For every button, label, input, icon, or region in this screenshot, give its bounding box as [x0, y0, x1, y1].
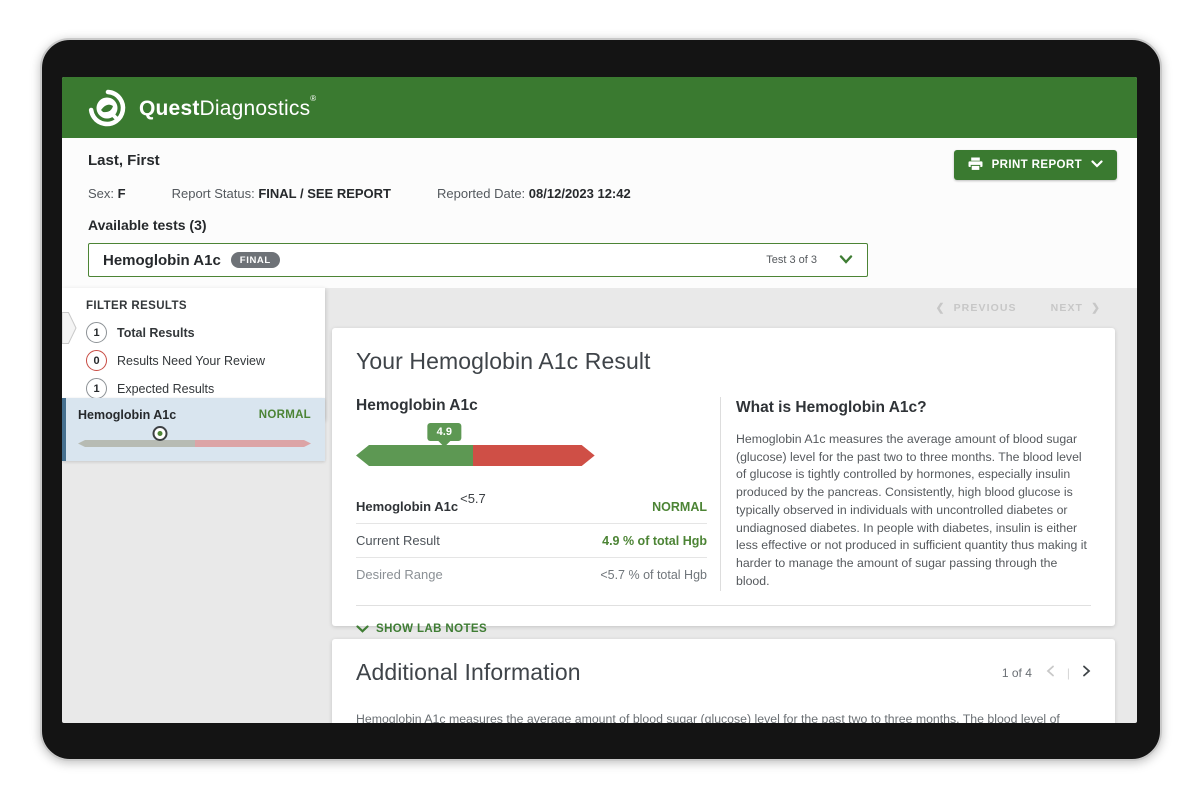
- main-content-area: FILTER RESULTS 1 Total Results 0 Results…: [62, 288, 1137, 723]
- about-heading: What is Hemoglobin A1c?: [736, 399, 1091, 417]
- printer-icon: [968, 157, 983, 174]
- panel-collapse-tab[interactable]: [62, 312, 77, 349]
- sidebar-result-name: Hemoglobin A1c: [78, 408, 176, 422]
- next-result-link[interactable]: NEXT ❯: [1051, 302, 1101, 314]
- app-screen: QuestDiagnostics® Last, First PRINT REPO…: [62, 77, 1137, 723]
- result-gauge: 4.9 <5.7: [356, 445, 595, 488]
- print-report-label: PRINT REPORT: [992, 159, 1082, 171]
- chevron-down-icon: [1091, 159, 1103, 171]
- report-status-field: Report Status: FINAL / SEE REPORT: [172, 186, 391, 201]
- row-value: 4.9 % of total Hgb: [602, 534, 707, 548]
- filter-item-expected-results[interactable]: 1 Expected Results: [86, 378, 325, 399]
- result-detail-column: ❮ PREVIOUS NEXT ❯ Your Hemoglobin A1c Re…: [332, 288, 1115, 723]
- row-label: Desired Range: [356, 567, 443, 582]
- filter-item-label: Results Need Your Review: [117, 354, 265, 368]
- final-status-badge: FINAL: [231, 252, 280, 268]
- additional-info-title: Additional Information: [356, 659, 581, 686]
- about-test-column: What is Hemoglobin A1c? Hemoglobin A1c m…: [720, 397, 1091, 591]
- sidebar-range-indicator: [78, 440, 311, 447]
- table-row: Hemoglobin A1c NORMAL: [356, 490, 707, 524]
- page-indicator: 1 of 4: [1002, 666, 1032, 680]
- gauge-threshold-label: <5.7: [460, 491, 486, 506]
- gauge-normal-segment: [356, 445, 473, 466]
- test-selector-dropdown[interactable]: Hemoglobin A1c FINAL Test 3 of 3: [88, 243, 868, 277]
- gauge-high-segment: [473, 445, 595, 466]
- reported-date-field: Reported Date: 08/12/2023 12:42: [437, 186, 631, 201]
- filter-results-title: FILTER RESULTS: [86, 300, 325, 312]
- result-card: Your Hemoglobin A1c Result Hemoglobin A1…: [332, 328, 1115, 626]
- chevron-down-icon: [839, 251, 853, 269]
- gauge-value-tag: 4.9: [428, 423, 461, 441]
- additional-info-pager: 1 of 4 |: [1002, 664, 1091, 682]
- previous-result-link[interactable]: ❮ PREVIOUS: [936, 302, 1017, 314]
- report-meta-row: Sex: F Report Status: FINAL / SEE REPORT…: [88, 186, 1117, 201]
- filter-item-total-results[interactable]: 1 Total Results: [86, 322, 325, 343]
- available-tests-heading: Available tests (3): [88, 217, 1117, 233]
- print-report-button[interactable]: PRINT REPORT: [954, 150, 1117, 180]
- about-body: Hemoglobin A1c measures the average amou…: [736, 431, 1091, 590]
- patient-info-section: Last, First PRINT REPORT Sex: F Report S…: [62, 138, 1137, 288]
- row-value: NORMAL: [652, 500, 707, 514]
- pager-previous-icon[interactable]: [1046, 664, 1055, 682]
- table-row: Desired Range <5.7 % of total Hgb: [356, 558, 707, 591]
- sidebar-result-card[interactable]: Hemoglobin A1c NORMAL: [62, 398, 325, 461]
- selected-test-name: Hemoglobin A1c: [103, 252, 221, 269]
- row-label: Current Result: [356, 533, 440, 548]
- table-row: Current Result 4.9 % of total Hgb: [356, 524, 707, 558]
- count-badge: 1: [86, 378, 107, 399]
- count-badge: 1: [86, 322, 107, 343]
- range-high-segment: [195, 440, 312, 447]
- count-badge: 0: [86, 350, 107, 371]
- filter-item-need-review[interactable]: 0 Results Need Your Review: [86, 350, 325, 371]
- result-values-column: Hemoglobin A1c 4.9 <5.7: [356, 397, 720, 591]
- additional-info-body: Hemoglobin A1c measures the average amou…: [356, 710, 1091, 723]
- filter-item-label: Total Results: [117, 326, 195, 340]
- gauge-test-name: Hemoglobin A1c: [356, 397, 707, 415]
- show-lab-notes-label: SHOW LAB NOTES: [376, 623, 487, 635]
- pager-divider: |: [1067, 666, 1070, 680]
- quest-diagnostics-logo: QuestDiagnostics®: [86, 87, 316, 129]
- filter-item-label: Expected Results: [117, 382, 214, 396]
- test-position-indicator: Test 3 of 3: [766, 254, 817, 266]
- result-table: Hemoglobin A1c NORMAL Current Result 4.9…: [356, 490, 707, 591]
- app-header: QuestDiagnostics®: [62, 77, 1137, 138]
- result-card-title: Your Hemoglobin A1c Result: [356, 348, 1091, 375]
- tablet-frame: QuestDiagnostics® Last, First PRINT REPO…: [40, 38, 1162, 761]
- result-pagination-bar: ❮ PREVIOUS NEXT ❯: [332, 288, 1115, 328]
- pager-next-icon[interactable]: [1082, 664, 1091, 682]
- sidebar-result-status: NORMAL: [259, 409, 311, 421]
- quest-logo-icon: [86, 87, 128, 129]
- row-value: <5.7 % of total Hgb: [600, 568, 707, 582]
- additional-information-card: Additional Information 1 of 4 |: [332, 639, 1115, 723]
- sex-field: Sex: F: [88, 186, 126, 201]
- result-value-marker: [152, 426, 167, 441]
- chevron-down-icon: [356, 620, 369, 638]
- logo-wordmark: QuestDiagnostics®: [139, 94, 316, 121]
- range-normal-segment: [78, 440, 195, 447]
- row-label: Hemoglobin A1c: [356, 499, 458, 514]
